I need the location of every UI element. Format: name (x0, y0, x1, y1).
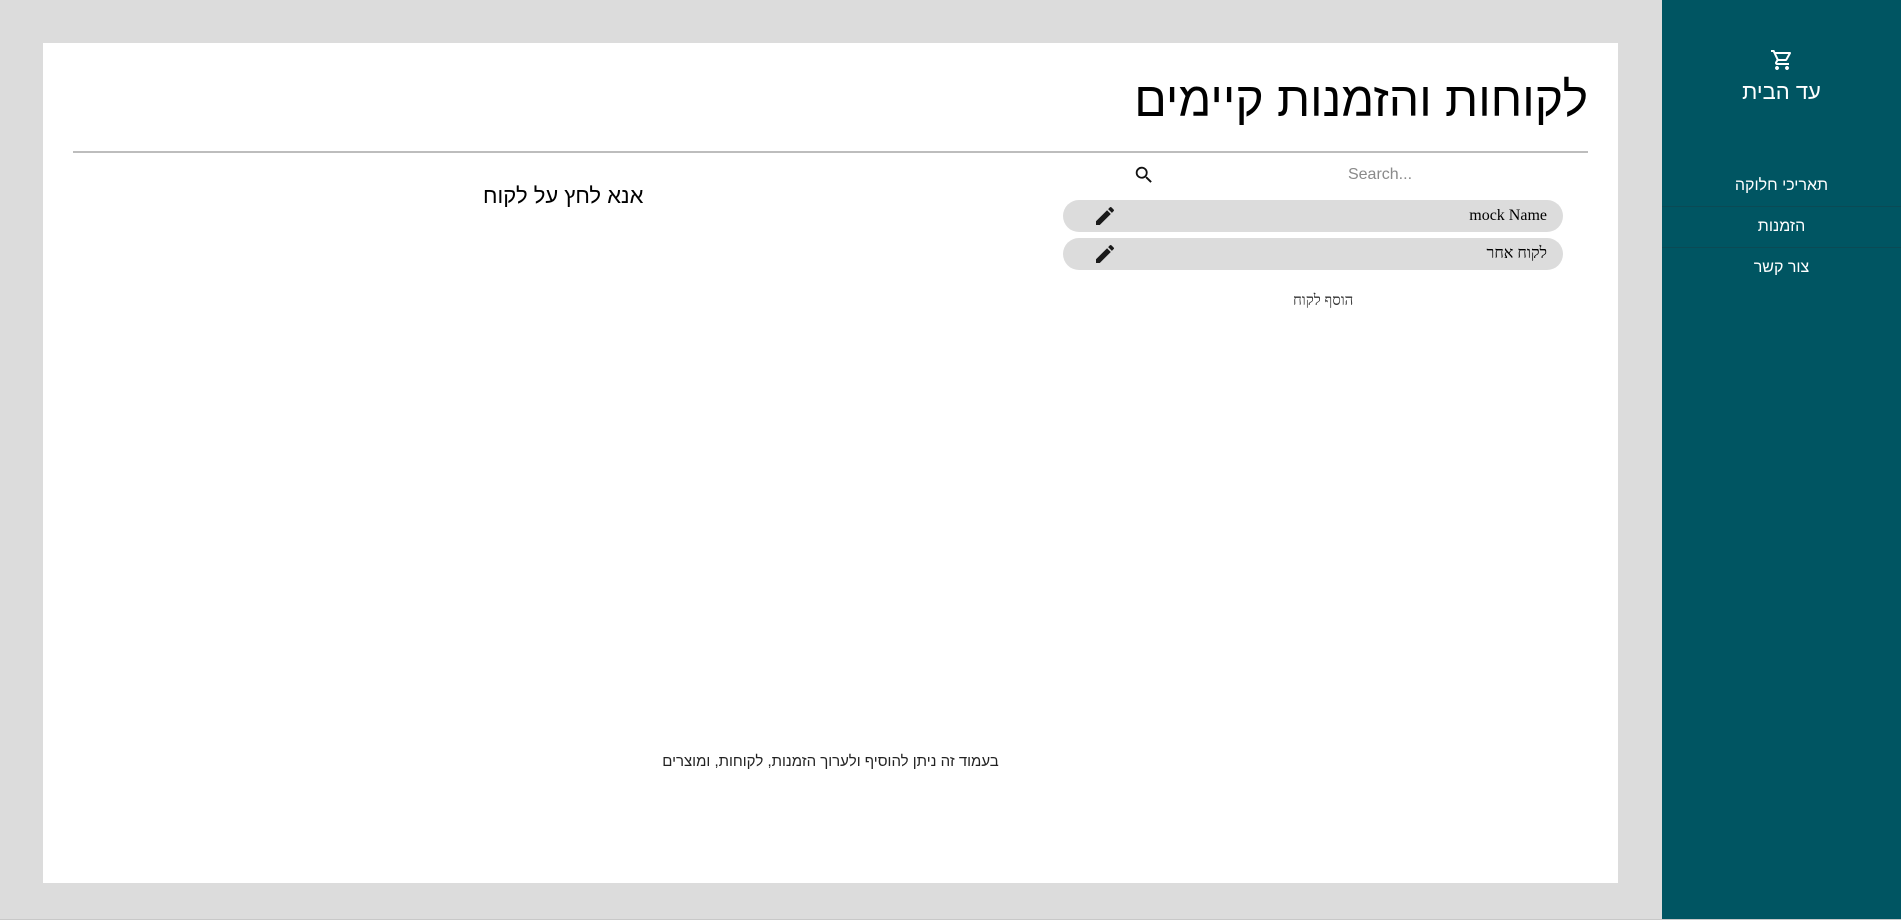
sidebar: עד הבית תאריכי חלוקה הזמנות צור קשר (1662, 0, 1901, 919)
search-bar (1088, 159, 1592, 191)
customer-row-other[interactable]: לקוח אחר (1063, 238, 1563, 270)
cart-icon (1770, 50, 1791, 70)
add-customer-button[interactable]: הוסף לקוח (1293, 293, 1353, 310)
nav-item-orders[interactable]: הזמנות (1662, 207, 1901, 248)
title-divider (73, 151, 1588, 153)
footer-note: בעמוד זה ניתן להוסיף ולערוך הזמנות, לקוח… (662, 753, 999, 770)
edit-icon[interactable] (1093, 242, 1117, 266)
customer-name: mock Name (1469, 207, 1547, 224)
main-panel: לקוחות והזמנות קיימים mock Name לקוח אחר (43, 43, 1618, 883)
page-title: לקוחות והזמנות קיימים (1134, 74, 1588, 127)
select-customer-message: אנא לחץ על לקוח (483, 183, 644, 208)
nav-item-delivery-dates[interactable]: תאריכי חלוקה (1662, 166, 1901, 207)
nav-item-contact[interactable]: צור קשר (1662, 248, 1901, 288)
customer-list: mock Name לקוח אחר (1063, 200, 1563, 276)
search-icon[interactable] (1133, 164, 1155, 186)
edit-icon[interactable] (1093, 204, 1117, 228)
brand-name: עד הבית (1742, 79, 1821, 104)
customer-name: לקוח אחר (1486, 245, 1547, 262)
search-input[interactable] (1168, 159, 1592, 191)
app-background: עד הבית תאריכי חלוקה הזמנות צור קשר לקוח… (0, 0, 1901, 920)
sidebar-nav: תאריכי חלוקה הזמנות צור קשר (1662, 166, 1901, 288)
brand[interactable]: עד הבית (1662, 48, 1901, 105)
customer-row-mock-name[interactable]: mock Name (1063, 200, 1563, 232)
